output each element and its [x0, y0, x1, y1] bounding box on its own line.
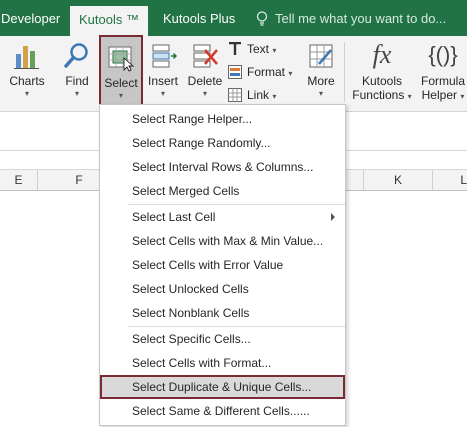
column-header-k[interactable]: K — [364, 170, 433, 190]
insert-table-icon — [152, 44, 177, 68]
formula-helper-label-2-text: Helper — [421, 88, 457, 102]
kutools-functions-label-2: Functions ▾ — [350, 88, 414, 102]
menu-item-label: Select Cells with Format... — [132, 356, 272, 370]
text-icon — [229, 42, 241, 55]
delete-table-icon — [193, 44, 218, 68]
link-icon — [228, 88, 242, 102]
menu-item-select-same-different-cells[interactable]: Select Same & Different Cells...... — [100, 399, 345, 423]
submenu-arrow-icon — [331, 213, 335, 221]
select-button[interactable]: Select ▾ — [99, 35, 143, 107]
menu-item-select-cells-error-value[interactable]: Select Cells with Error Value — [100, 253, 345, 277]
menu-item-label: Select Duplicate & Unique Cells... — [132, 380, 312, 394]
ribbon-toolbar: Charts ▾ Find ▾ Select ▾ Insert ▾ Delete… — [0, 35, 467, 112]
menu-item-label: Select Nonblank Cells — [132, 306, 250, 320]
lightbulb-icon — [256, 11, 268, 26]
more-button[interactable]: More ▾ — [302, 36, 340, 108]
chevron-down-icon: ▾ — [202, 89, 207, 98]
kutools-functions-label-2-text: Functions — [352, 88, 405, 102]
menu-item-select-range-helper[interactable]: Select Range Helper... — [100, 107, 345, 131]
text-button[interactable]: Text ▾ — [228, 38, 298, 61]
chevron-down-icon: ▾ — [272, 46, 277, 55]
insert-button[interactable]: Insert ▾ — [143, 36, 183, 108]
find-label: Find — [65, 74, 89, 88]
bar-chart-icon — [14, 46, 39, 69]
chevron-down-icon: ▾ — [318, 89, 323, 98]
select-dropdown-menu: Select Range Helper... Select Range Rand… — [99, 104, 346, 426]
format-label: Format — [247, 65, 286, 79]
formula-helper-label-2: Helper ▾ — [416, 88, 467, 102]
menu-item-select-interval-rows-columns[interactable]: Select Interval Rows & Columns... — [100, 155, 345, 179]
menu-item-select-cells-max-min[interactable]: Select Cells with Max & Min Value... — [100, 229, 345, 253]
menu-item-label: Select Specific Cells... — [132, 332, 251, 346]
menu-item-label: Select Cells with Max & Min Value... — [132, 234, 324, 248]
link-label: Link — [247, 88, 270, 102]
menu-item-label: Select Cells with Error Value — [132, 258, 284, 272]
find-button[interactable]: Find ▾ — [58, 36, 96, 108]
insert-label: Insert — [147, 74, 178, 88]
menu-item-select-specific-cells[interactable]: Select Specific Cells... — [100, 327, 345, 351]
charts-button[interactable]: Charts ▾ — [4, 36, 50, 108]
more-label: More — [307, 74, 335, 88]
menu-item-label: Select Merged Cells — [132, 184, 240, 198]
chevron-down-icon: ▾ — [74, 89, 79, 98]
ribbon-tab-bar: Developer Kutools ™ Kutools Plus Tell me… — [0, 0, 467, 36]
menu-item-select-unlocked-cells[interactable]: Select Unlocked Cells — [100, 277, 345, 301]
text-label: Text — [247, 42, 270, 56]
ribbon-separator — [344, 42, 345, 102]
chevron-down-icon: ▾ — [407, 92, 412, 101]
kutools-functions-label-1: Kutools — [361, 74, 403, 88]
menu-item-select-last-cell[interactable]: Select Last Cell — [100, 205, 345, 229]
chevron-down-icon: ▾ — [288, 69, 293, 78]
text-format-link-group: Text ▾ Format ▾ Link ▾ — [228, 38, 298, 107]
magnifier-icon — [64, 43, 88, 68]
menu-item-label: Select Range Helper... — [132, 112, 253, 126]
charts-label: Charts — [9, 74, 45, 88]
formula-helper-label-1: Formula — [420, 74, 465, 88]
menu-item-select-range-randomly[interactable]: Select Range Randomly... — [100, 131, 345, 155]
chevron-down-icon: ▾ — [272, 92, 277, 101]
chevron-down-icon: ▾ — [460, 92, 465, 101]
chevron-down-icon: ▾ — [160, 89, 165, 98]
menu-item-label: Select Same & Different Cells...... — [132, 404, 310, 418]
menu-item-select-merged-cells[interactable]: Select Merged Cells — [100, 179, 345, 203]
menu-item-label: Select Interval Rows & Columns... — [132, 160, 314, 174]
menu-item-select-duplicate-unique-cells[interactable]: Select Duplicate & Unique Cells... — [100, 375, 345, 399]
formula-braces-icon: {()} — [428, 42, 458, 67]
tell-me-search[interactable]: Tell me what you want to do... — [256, 0, 446, 36]
menu-item-select-nonblank-cells[interactable]: Select Nonblank Cells — [100, 301, 345, 325]
kutools-functions-button[interactable]: fx Kutools Functions ▾ — [350, 36, 414, 108]
column-header-e[interactable]: E — [0, 170, 38, 190]
delete-button[interactable]: Delete ▾ — [185, 36, 225, 108]
tab-kutools-plus[interactable]: Kutools Plus — [163, 0, 258, 36]
tab-kutools[interactable]: Kutools ™ — [70, 6, 148, 36]
tell-me-placeholder: Tell me what you want to do... — [275, 11, 447, 26]
menu-item-label: Select Unlocked Cells — [132, 282, 249, 296]
function-icon: fx — [372, 40, 392, 69]
select-cells-icon — [108, 46, 135, 72]
select-label: Select — [104, 76, 138, 90]
tab-developer[interactable]: Developer — [0, 0, 61, 36]
format-icon — [228, 65, 242, 79]
more-tools-icon — [309, 44, 333, 68]
formula-helper-button[interactable]: {()} Formula Helper ▾ — [416, 36, 467, 108]
chevron-down-icon: ▾ — [118, 91, 123, 100]
menu-item-label: Select Range Randomly... — [132, 136, 271, 150]
format-button[interactable]: Format ▾ — [228, 61, 298, 84]
delete-label: Delete — [187, 74, 223, 88]
column-header-l[interactable]: L — [433, 170, 467, 190]
menu-item-select-cells-with-format[interactable]: Select Cells with Format... — [100, 351, 345, 375]
chevron-down-icon: ▾ — [24, 89, 29, 98]
menu-item-label: Select Last Cell — [132, 210, 216, 224]
